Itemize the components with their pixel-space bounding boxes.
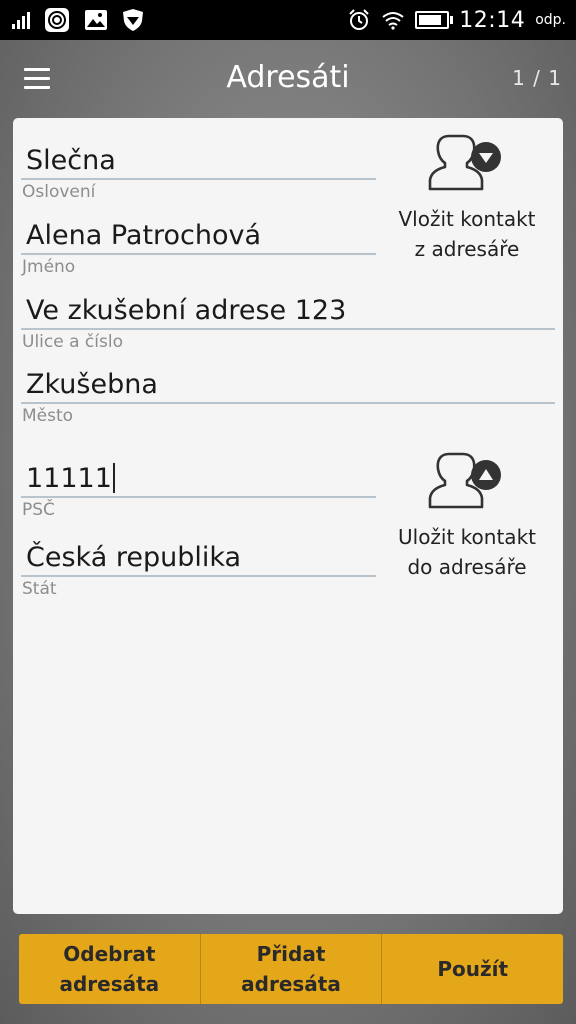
contact-import-icon xyxy=(428,134,501,191)
apply-label: Použít xyxy=(437,957,509,981)
page-title: Adresáti xyxy=(226,60,350,95)
bottom-action-bar: Odebrat adresáta Přidat adresáta Použít xyxy=(19,934,563,1004)
insert-contact-caption: Vložit kontakt z adresáře xyxy=(382,204,552,264)
status-time: 12:14 xyxy=(459,7,526,33)
postal-code-input[interactable]: 11111 xyxy=(21,462,376,498)
name-label: Jméno xyxy=(22,257,76,277)
add-recipient-line2: adresáta xyxy=(241,972,341,996)
battery-icon xyxy=(415,11,454,29)
postal-code-label: PSČ xyxy=(22,500,55,520)
status-left xyxy=(12,6,144,34)
insert-contact-line2: z adresáře xyxy=(414,237,520,261)
street-label: Ulice a číslo xyxy=(22,332,123,352)
add-recipient-button[interactable]: Přidat adresáta xyxy=(201,934,383,1004)
postal-code-text: 11111 xyxy=(26,463,112,494)
status-right: 12:14 odp. xyxy=(347,6,566,34)
app-target-icon xyxy=(45,8,69,32)
remove-recipient-line2: adresáta xyxy=(59,972,160,996)
salutation-field[interactable]: Slečna Oslovení xyxy=(21,144,376,202)
save-contact-line1: Uložit kontakt xyxy=(398,525,536,549)
shield-icon xyxy=(123,9,143,31)
save-contact-line2: do adresáře xyxy=(407,555,527,579)
country-field[interactable]: Česká republika Stát xyxy=(21,541,376,599)
salutation-label: Oslovení xyxy=(22,182,96,202)
street-field[interactable]: Ve zkušební adrese 123 Ulice a číslo xyxy=(21,294,555,352)
page-counter: 1 / 1 xyxy=(512,66,562,90)
apply-button[interactable]: Použít xyxy=(382,934,563,1004)
contact-export-icon xyxy=(428,452,501,509)
salutation-input[interactable]: Slečna xyxy=(21,144,376,180)
add-recipient-line1: Přidat xyxy=(256,942,326,966)
alarm-icon xyxy=(349,9,370,30)
street-input[interactable]: Ve zkušební adrese 123 xyxy=(21,294,555,330)
insert-contact-button[interactable]: Vložit kontakt z adresáře xyxy=(382,132,552,264)
status-bar: 12:14 odp. xyxy=(0,0,576,40)
address-form-card: Slečna Oslovení Alena Patrochová Jméno V… xyxy=(13,118,563,914)
postal-code-field[interactable]: 11111 PSČ xyxy=(21,462,376,520)
save-contact-caption: Uložit kontakt do adresáře xyxy=(382,522,552,582)
wifi-icon xyxy=(382,12,404,30)
status-time-suffix: odp. xyxy=(535,12,566,28)
save-contact-button[interactable]: Uložit kontakt do adresáře xyxy=(382,450,552,582)
remove-recipient-line1: Odebrat xyxy=(63,942,156,966)
text-cursor xyxy=(112,462,115,493)
city-field[interactable]: Zkušebna Město xyxy=(21,368,555,426)
country-input[interactable]: Česká republika xyxy=(21,541,376,577)
name-input[interactable]: Alena Patrochová xyxy=(21,219,376,255)
insert-contact-line1: Vložit kontakt xyxy=(398,207,536,231)
remove-recipient-button[interactable]: Odebrat adresáta xyxy=(19,934,201,1004)
signal-icon xyxy=(12,11,30,29)
city-label: Město xyxy=(22,406,74,426)
country-label: Stát xyxy=(22,579,57,599)
name-field[interactable]: Alena Patrochová Jméno xyxy=(21,219,376,277)
gallery-icon xyxy=(85,10,107,30)
city-input[interactable]: Zkušebna xyxy=(21,368,555,404)
app-bar: Adresáti 1 / 1 xyxy=(0,40,576,118)
